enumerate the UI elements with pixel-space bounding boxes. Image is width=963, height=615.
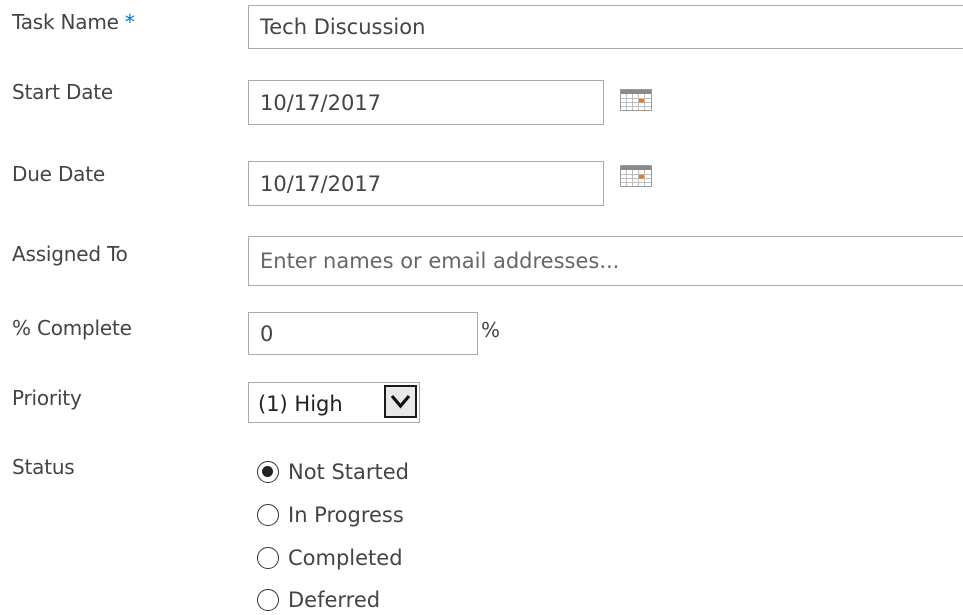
task-name-input[interactable]: Tech Discussion	[248, 5, 963, 49]
task-name-value: Tech Discussion	[260, 15, 426, 39]
status-option-label: Not Started	[288, 460, 410, 484]
assigned-to-input[interactable]: Enter names or email addresses...	[248, 236, 963, 286]
task-name-label: Task Name *	[12, 10, 135, 34]
priority-dropdown-button[interactable]	[384, 385, 417, 418]
status-label: Status	[12, 455, 75, 479]
due-date-value: 10/17/2017	[260, 171, 382, 196]
status-option-not-started[interactable]: Not Started	[257, 458, 409, 486]
status-option-label: Deferred	[288, 588, 381, 612]
percent-complete-label: % Complete	[12, 316, 132, 340]
start-date-input[interactable]: 10/17/2017	[248, 80, 604, 125]
start-date-label: Start Date	[12, 80, 114, 104]
radio-button-checked[interactable]	[257, 461, 279, 483]
assigned-to-placeholder: Enter names or email addresses...	[260, 249, 620, 273]
priority-select[interactable]: (1) High	[248, 382, 420, 423]
percent-unit: %	[481, 318, 501, 342]
radio-button[interactable]	[257, 504, 279, 526]
due-date-input[interactable]: 10/17/2017	[248, 161, 604, 206]
priority-selected-value: (1) High	[258, 392, 343, 416]
status-option-label: Completed	[288, 546, 403, 570]
priority-label: Priority	[12, 386, 82, 410]
status-option-deferred[interactable]: Deferred	[257, 586, 380, 614]
radio-button[interactable]	[257, 589, 279, 611]
assigned-to-label: Assigned To	[12, 242, 128, 266]
status-option-in-progress[interactable]: In Progress	[257, 501, 404, 529]
radio-button[interactable]	[257, 547, 279, 569]
due-date-label: Due Date	[12, 162, 105, 186]
calendar-icon[interactable]	[620, 89, 652, 111]
calendar-icon[interactable]	[620, 165, 652, 187]
chevron-down-icon	[390, 394, 411, 409]
percent-complete-input[interactable]: 0	[248, 312, 478, 355]
required-indicator: *	[124, 10, 135, 34]
start-date-value: 10/17/2017	[260, 90, 382, 115]
status-option-label: In Progress	[288, 503, 404, 527]
percent-complete-value: 0	[260, 321, 274, 346]
status-option-completed[interactable]: Completed	[257, 544, 403, 572]
